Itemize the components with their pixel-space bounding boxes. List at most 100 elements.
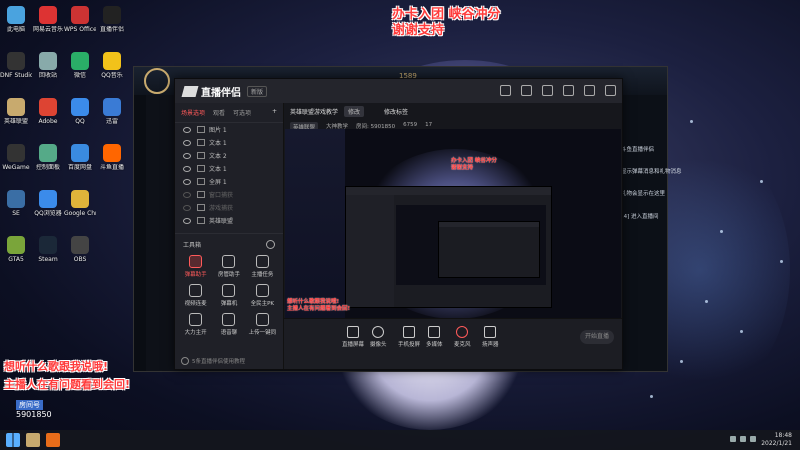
control-button[interactable]: 扬声器 [482,326,499,348]
taskbar-lol-icon[interactable] [26,433,40,447]
visibility-eye-icon[interactable] [183,152,191,159]
desktop-icon[interactable]: 微信 [64,52,96,79]
edit-tags-label[interactable]: 修改标签 [384,107,408,116]
scene-item[interactable]: 窗口捕获 [175,188,283,201]
toolbox-item[interactable]: 弹幕助手 [179,255,212,278]
control-button[interactable]: 多媒体 [426,326,443,348]
desktop-icon-label: SE [12,210,20,217]
control-button[interactable]: 手机投屏 [398,326,420,348]
desktop-icon[interactable]: DNF Studio [0,52,32,79]
desktop-app-icon [71,144,89,162]
visibility-eye-icon[interactable] [183,217,191,224]
desktop-icon[interactable]: Adobe [32,98,64,125]
visibility-eye-icon[interactable] [183,191,191,198]
visibility-eye-icon[interactable] [183,139,191,146]
streaming-app-window[interactable]: 直播伴侣 新版 场景选项 观看 可选项 + 图片 1 文本 1 文本 2 文本 1 全屏… [174,78,623,370]
desktop-icon[interactable]: Steam [32,236,64,263]
tool-label: 语音聊 [220,330,238,336]
desktop-icon[interactable]: 控制面板 [32,144,64,171]
toolbox-item[interactable]: 房管助手 [212,255,245,278]
toolbox-item[interactable]: 语音聊 [212,313,245,336]
scene-item[interactable]: 全屏 1 [175,175,283,188]
maximize-icon[interactable] [584,85,595,96]
toolbox-gear-icon[interactable] [266,240,275,249]
desktop-icon-label: 控制面板 [35,164,60,171]
desktop-icon[interactable]: 迅雷 [96,98,128,125]
desktop-icon[interactable]: SE [0,190,32,217]
control-icon [456,326,469,338]
desktop-app-icon [103,98,121,116]
minimize-icon[interactable] [563,85,574,96]
tool-icon [189,313,203,326]
taskbar-streaming-icon[interactable] [46,433,60,447]
desktop-icon[interactable]: QQ音乐 [96,52,128,79]
desktop-icon[interactable]: QQ [64,98,96,125]
desktop-app-icon [103,144,121,162]
desktop-icon-label: QQ音乐 [101,72,123,79]
desktop-icon[interactable]: WeGame [0,144,32,171]
desktop-icon[interactable]: WPS Office [64,6,96,33]
stream-preview[interactable]: 办卡入团 峡谷冲分 谢谢支持 想听什么歌跟我说哦! 主播人在有问题看到会回! [285,129,621,321]
edit-title-button[interactable]: 修改 [344,106,365,117]
scene-item[interactable]: 文本 1 [175,162,283,175]
desktop-icon[interactable]: 斗鱼直播 [96,144,128,171]
toolbox-item[interactable]: 视频连麦 [179,284,212,307]
toolbox-item[interactable]: 弹幕机 [212,284,245,307]
tab-watch[interactable]: 观看 [213,108,225,117]
desktop-icon[interactable]: 网易云音乐 [32,6,64,33]
taskbar-clock[interactable]: 18:48 2022/1/21 [761,432,792,448]
input-method-icon[interactable] [750,436,756,442]
toolbox-grid: 弹幕助手 房管助手 主播任务视频连麦 弹幕机 全民主PK 大力主开 语音聊 上传一键同 [175,253,283,338]
scene-item[interactable]: 图片 1 [175,123,283,136]
desktop-icon-label: 直播伴侣 [99,26,124,33]
desktop-icon[interactable]: GTA5 [0,236,32,263]
toolbox-title: 工具箱 [183,242,202,249]
control-button[interactable]: 麦克风 [454,326,471,348]
control-button[interactable]: 直播屏幕 [342,326,364,348]
control-button[interactable]: 摄像头 [370,326,387,348]
toolbox-item[interactable]: 主播任务 [246,255,279,278]
app-titlebar[interactable]: 直播伴侣 新版 [175,79,622,103]
desktop-app-icon [39,236,57,254]
desktop-icon[interactable]: 回收站 [32,52,64,79]
tab-scene[interactable]: 场景选项 [181,108,205,117]
settings-icon[interactable] [542,85,553,96]
desktop-icon[interactable]: Google Chrome [64,190,96,217]
skin-icon[interactable] [500,85,511,96]
visibility-eye-icon[interactable] [183,204,191,211]
scene-item[interactable]: 游戏捕获 [175,201,283,214]
desktop-app-icon [71,190,89,208]
toolbox-item[interactable]: 上传一键同 [246,313,279,336]
scene-item[interactable]: 英雄联盟 [175,214,283,227]
desktop-icon[interactable]: 直播伴侣 [96,6,128,33]
desktop-icon[interactable]: 此电脑 [0,6,32,33]
volume-icon[interactable] [740,436,746,442]
desktop-icon-label: 斗鱼直播 [99,164,124,171]
add-source-button[interactable]: + [272,108,277,117]
desktop-icon-label: 英雄联盟 [3,118,28,125]
desktop-icon[interactable]: QQ浏览器 [32,190,64,217]
visibility-eye-icon[interactable] [183,165,191,172]
scene-item[interactable]: 文本 1 [175,136,283,149]
toolbox-item[interactable]: 大力主开 [179,313,212,336]
close-icon[interactable] [605,85,616,96]
desktop-icon[interactable]: 英雄联盟 [0,98,32,125]
desktop-icon[interactable]: 百度网盘 [64,144,96,171]
tab-options[interactable]: 可选项 [233,108,251,117]
toolbox-item[interactable]: 全民主PK [246,284,279,307]
message-icon[interactable] [521,85,532,96]
desktop-icon-label: Steam [38,256,58,263]
desktop-app-icon [39,98,57,116]
network-icon[interactable] [730,436,736,442]
start-menu-icon[interactable] [6,433,20,447]
version-badge[interactable]: 新版 [247,85,268,97]
scene-item[interactable]: 文本 2 [175,149,283,162]
desktop-icon-label: 迅雷 [105,118,118,125]
scene-item-label: 文本 1 [209,140,227,147]
visibility-eye-icon[interactable] [183,178,191,185]
desktop-icon[interactable]: OBS [64,236,96,263]
tool-icon [189,255,203,268]
visibility-eye-icon[interactable] [183,126,191,133]
start-stream-button[interactable]: 开始直播 [580,330,614,344]
tutorial-tip[interactable]: 5条直播伴侣使用教程 [181,357,245,365]
